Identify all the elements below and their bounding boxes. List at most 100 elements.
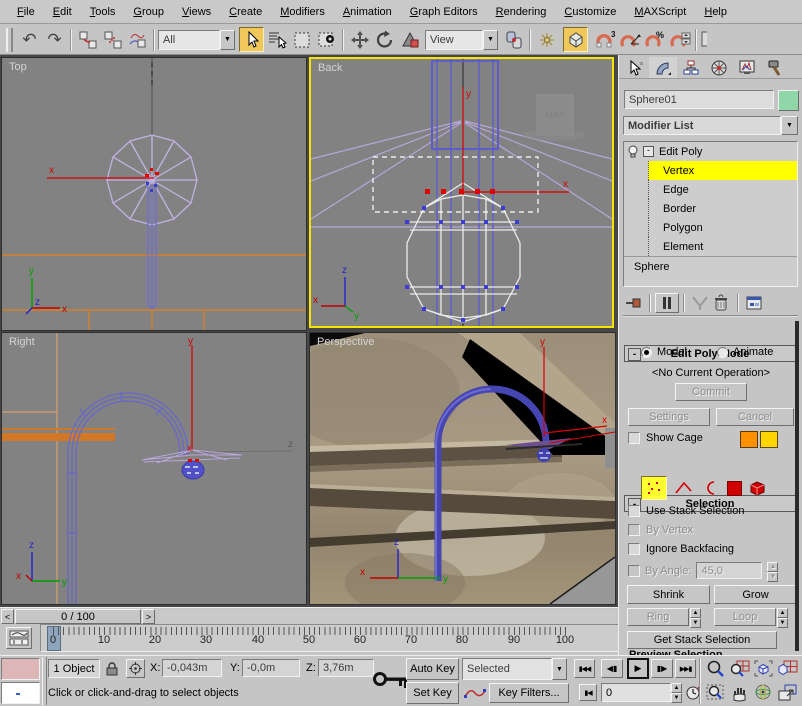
key-filters-button[interactable]: Key Filters...: [489, 683, 569, 703]
menu-tools[interactable]: Tools: [81, 4, 125, 20]
pan-button[interactable]: [729, 683, 750, 702]
zoom-region-button[interactable]: [705, 683, 726, 702]
stack-row-sphere[interactable]: Sphere: [624, 256, 797, 276]
track-bar-ruler[interactable]: 0 10 20 30 40 50 60 70 80 90 100: [40, 624, 620, 652]
goto-start-button[interactable]: ▮◀◀: [574, 659, 595, 678]
commit-button[interactable]: Commit: [675, 383, 747, 401]
select-by-name-button[interactable]: [264, 27, 289, 52]
viewport-top[interactable]: x y z x Top: [1, 57, 307, 331]
coord-system-arrow[interactable]: ▼: [483, 30, 498, 50]
viewport-right[interactable]: z y x z x y Right: [1, 332, 307, 605]
key-mode-toggle[interactable]: ▮◀: [579, 684, 597, 701]
select-manipulate-button[interactable]: [534, 27, 559, 52]
zoom-all-button[interactable]: [729, 659, 750, 678]
back-viewport-canvas[interactable]: MAX y x: [311, 59, 612, 326]
radio-animate[interactable]: Animate: [717, 346, 773, 358]
cage-color-swatch[interactable]: [740, 431, 758, 448]
key-filter-arrow[interactable]: ▼: [552, 658, 567, 680]
toolbar-grip[interactable]: [6, 28, 13, 52]
menu-file[interactable]: File: [8, 4, 44, 20]
play-button[interactable]: ▶: [627, 658, 649, 679]
object-color-swatch[interactable]: [778, 90, 799, 111]
toolbar-clipped-icon[interactable]: [700, 29, 707, 51]
use-pivot-center-button[interactable]: [501, 27, 526, 52]
snaps-toggle-button[interactable]: 3: [592, 27, 617, 52]
tab-display[interactable]: [733, 57, 761, 78]
current-frame-field[interactable]: 0: [601, 683, 671, 702]
bind-spacewarp-button[interactable]: [125, 27, 150, 52]
set-key-button[interactable]: Set Key: [406, 682, 459, 704]
element-mode-icon[interactable]: [748, 479, 768, 497]
by-angle-checkbox[interactable]: [628, 565, 640, 577]
stack-row-edge[interactable]: Edge: [648, 180, 797, 199]
make-unique-icon[interactable]: [689, 294, 711, 312]
tab-motion[interactable]: [705, 57, 733, 78]
absolute-offset-toggle[interactable]: [126, 659, 145, 678]
polygon-mode-icon[interactable]: [727, 481, 742, 496]
listener-splitter[interactable]: [42, 657, 47, 705]
arc-rotate-button[interactable]: [753, 683, 774, 702]
remove-modifier-icon[interactable]: [711, 294, 731, 312]
time-slider-track[interactable]: [156, 609, 616, 625]
stack-row-edit-poly[interactable]: - Edit Poly: [624, 142, 797, 161]
by-angle-field[interactable]: 45,0: [696, 562, 762, 579]
prev-frame-button[interactable]: ◀▮: [601, 659, 623, 678]
settings-button[interactable]: Settings: [628, 408, 710, 426]
cancel-button[interactable]: Cancel: [716, 408, 794, 426]
by-angle-spinner[interactable]: ▲▼: [767, 562, 778, 579]
by-vertex-checkbox[interactable]: [628, 524, 640, 536]
pin-stack-icon[interactable]: [623, 294, 645, 312]
right-viewport-canvas[interactable]: z y x z x y: [2, 333, 306, 604]
macro-recorder-pane[interactable]: [1, 658, 40, 680]
command-panel-scrollbar[interactable]: [795, 321, 799, 651]
lightbulb-icon[interactable]: [627, 145, 639, 159]
coord-system-dropdown[interactable]: View: [425, 30, 483, 50]
select-object-button[interactable]: [239, 27, 264, 52]
configure-modifier-sets-icon[interactable]: [745, 294, 765, 312]
angle-snap-button[interactable]: [617, 27, 642, 52]
menu-edit[interactable]: Edit: [44, 4, 81, 20]
object-name-field[interactable]: Sphere01: [624, 90, 774, 109]
menu-customize[interactable]: Customize: [555, 4, 625, 20]
tab-utilities[interactable]: [761, 57, 789, 78]
maxscript-listener-pane[interactable]: [1, 682, 40, 704]
selection-filter-dropdown[interactable]: All: [158, 30, 220, 50]
tab-modify[interactable]: [649, 57, 677, 78]
select-rotate-button[interactable]: [372, 27, 397, 52]
y-coord-field[interactable]: -0,0m: [242, 659, 300, 677]
window-crossing-button[interactable]: [314, 27, 339, 52]
menu-rendering[interactable]: Rendering: [487, 4, 556, 20]
stack-collapse-box[interactable]: -: [643, 146, 654, 157]
ring-spinner[interactable]: ▲▼: [690, 608, 701, 626]
modifier-list-dropdown[interactable]: Modifier List: [623, 116, 781, 135]
zoom-extents-button[interactable]: [753, 659, 774, 678]
redo-button[interactable]: ↷: [42, 27, 67, 52]
key-filter-dropdown[interactable]: Selected: [462, 658, 552, 680]
menu-animation[interactable]: Animation: [334, 4, 401, 20]
min-max-toggle-button[interactable]: [777, 683, 798, 702]
spinner-snap-button[interactable]: [667, 27, 692, 52]
stack-row-border[interactable]: Border: [648, 199, 797, 218]
unlink-button[interactable]: [100, 27, 125, 52]
time-slider-prev-button[interactable]: <: [1, 609, 14, 624]
percent-snap-button[interactable]: %: [642, 27, 667, 52]
zoom-extents-all-button[interactable]: [777, 659, 798, 678]
grow-button[interactable]: Grow: [714, 585, 797, 604]
select-scale-button[interactable]: [397, 27, 422, 52]
select-move-button[interactable]: [347, 27, 372, 52]
menu-help[interactable]: Help: [695, 4, 736, 20]
border-mode-icon[interactable]: [701, 479, 721, 497]
cage-selected-color-swatch[interactable]: [760, 431, 778, 448]
next-frame-button[interactable]: ▮▶: [651, 659, 673, 678]
edge-mode-icon[interactable]: [673, 479, 695, 497]
ring-button[interactable]: Ring: [627, 608, 689, 626]
loop-button[interactable]: Loop: [714, 608, 776, 626]
radio-model[interactable]: Model: [641, 346, 687, 358]
modifier-list-arrow[interactable]: ▼: [781, 116, 798, 135]
shrink-button[interactable]: Shrink: [627, 585, 710, 604]
auto-key-button[interactable]: Auto Key: [406, 658, 459, 680]
z-coord-field[interactable]: 3,76m: [318, 659, 374, 677]
stack-modifier-name[interactable]: Edit Poly: [659, 146, 702, 158]
open-mini-curve-editor-button[interactable]: [6, 627, 32, 649]
menu-maxscript[interactable]: MAXScript: [625, 4, 695, 20]
